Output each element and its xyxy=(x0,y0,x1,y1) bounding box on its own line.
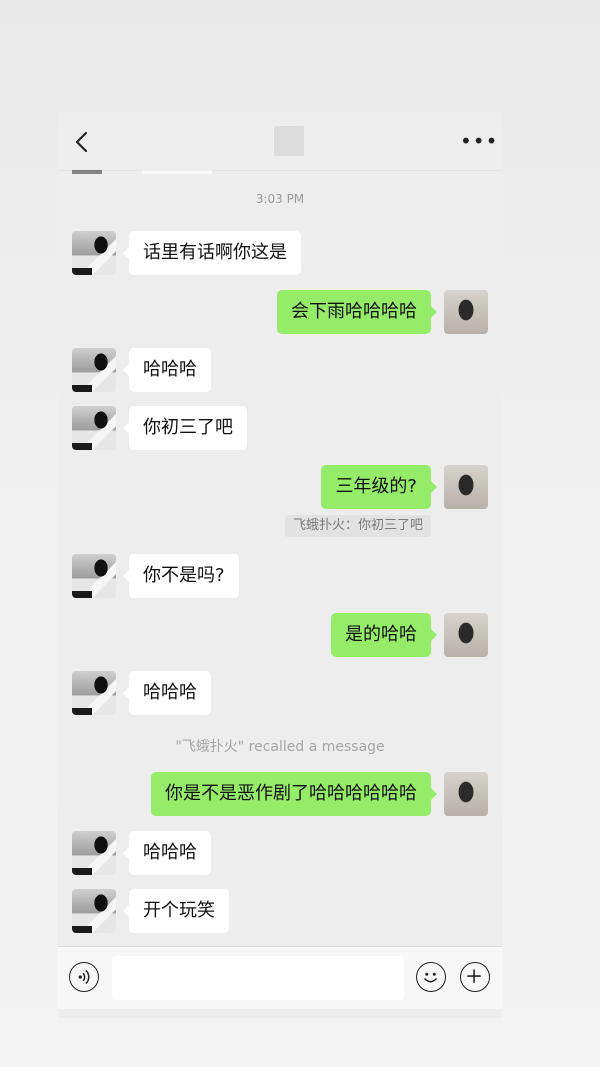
emoji-icon[interactable] xyxy=(416,962,446,992)
message-bubble-incoming[interactable]: 哈哈哈 xyxy=(123,831,211,875)
recall-notice: "飞蛾扑火" recalled a message xyxy=(175,739,385,755)
quoted-reply[interactable]: 飞蛾扑火：你初三了吧 xyxy=(284,515,431,537)
self-avatar[interactable] xyxy=(444,465,488,509)
self-avatar[interactable] xyxy=(444,613,488,657)
message-row: 你不是吗? xyxy=(58,554,502,600)
contact-name-redacted xyxy=(274,126,304,156)
chevron-left-icon[interactable] xyxy=(72,130,92,154)
self-avatar[interactable] xyxy=(444,772,488,816)
self-avatar[interactable] xyxy=(444,290,488,334)
message-row: 哈哈哈 xyxy=(58,831,502,877)
timestamp: 3:03 PM xyxy=(255,192,305,206)
message-bubble-outgoing[interactable]: 三年级的? xyxy=(321,465,437,509)
plus-circle-icon[interactable] xyxy=(460,962,490,992)
message-list[interactable]: 3:03 PM 话里有话啊你这是 会下雨哈哈哈哈 哈哈哈 你初三了吧 三年级的?… xyxy=(58,170,502,946)
contact-avatar[interactable] xyxy=(72,831,116,875)
message-bubble-incoming[interactable]: 哈哈哈 xyxy=(123,348,211,392)
message-bubble-incoming[interactable]: 哈哈哈 xyxy=(123,671,211,715)
contact-avatar[interactable] xyxy=(72,231,116,275)
message-row: 是的哈哈 xyxy=(58,613,502,659)
message-bubble-outgoing[interactable]: 你是不是恶作剧了哈哈哈哈哈哈 xyxy=(151,772,437,816)
message-bubble-incoming[interactable]: 开个玩笑 xyxy=(123,889,229,933)
contact-avatar[interactable] xyxy=(72,406,116,450)
message-row: 哈哈哈 xyxy=(58,671,502,717)
message-row: 你是不是恶作剧了哈哈哈哈哈哈 xyxy=(58,772,502,818)
message-row: 会下雨哈哈哈哈 xyxy=(58,290,502,336)
contact-avatar[interactable] xyxy=(72,889,116,933)
contact-avatar[interactable] xyxy=(72,348,116,392)
message-bubble-incoming[interactable]: 你初三了吧 xyxy=(123,406,247,450)
contact-avatar[interactable] xyxy=(72,671,116,715)
chat-window: ••• 3:03 PM 话里有话啊你这是 会下雨哈哈哈哈 哈哈哈 你初三了吧 三… xyxy=(58,112,502,1018)
message-bubble-outgoing[interactable]: 是的哈哈 xyxy=(331,613,437,657)
message-row: 哈哈哈 xyxy=(58,348,502,394)
message-row: 三年级的? xyxy=(58,465,502,511)
message-bubble-incoming[interactable]: 你不是吗? xyxy=(123,554,239,598)
title-bar: ••• xyxy=(58,112,502,171)
message-bubble-outgoing[interactable]: 会下雨哈哈哈哈 xyxy=(277,290,437,334)
input-bar xyxy=(58,946,502,1009)
message-row: 话里有话啊你这是 xyxy=(58,231,502,277)
more-horizontal-icon[interactable]: ••• xyxy=(460,131,497,151)
message-input[interactable] xyxy=(112,956,404,1000)
message-row: 你初三了吧 xyxy=(58,406,502,452)
message-bubble-incoming[interactable]: 话里有话啊你这是 xyxy=(123,231,301,275)
voice-icon[interactable] xyxy=(69,962,99,992)
contact-avatar[interactable] xyxy=(72,554,116,598)
message-row: 开个玩笑 xyxy=(58,889,502,935)
